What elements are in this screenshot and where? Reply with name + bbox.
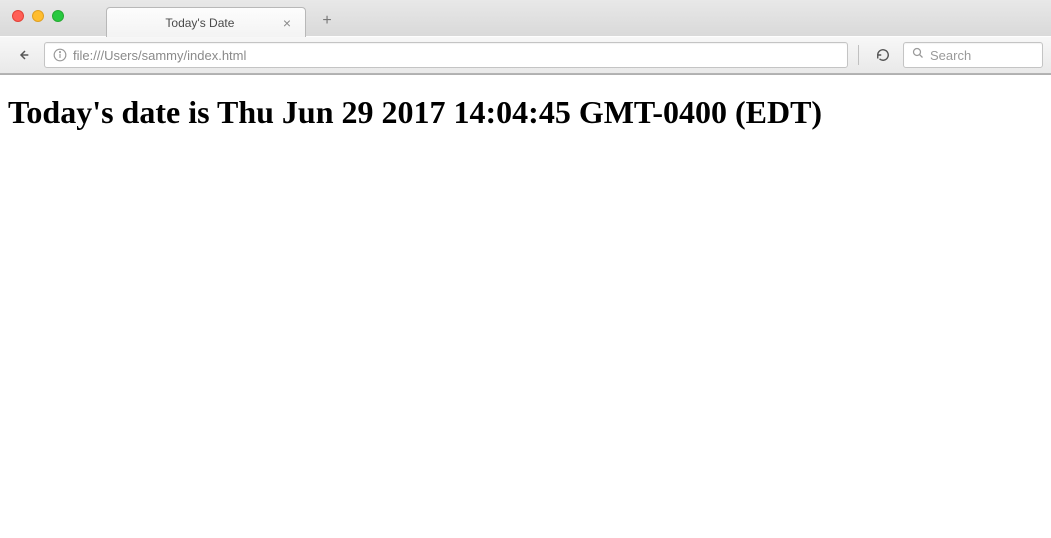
tab-close-button[interactable]: ×	[279, 16, 295, 30]
arrow-left-icon	[15, 47, 31, 63]
browser-tab[interactable]: Today's Date ×	[106, 7, 306, 37]
search-bar[interactable]	[903, 42, 1043, 68]
page-heading: Today's date is Thu Jun 29 2017 14:04:45…	[8, 93, 1043, 131]
window-chrome: Today's Date × + file:///Users/sa	[0, 0, 1051, 75]
search-icon	[912, 46, 924, 64]
page-content: Today's date is Thu Jun 29 2017 14:04:45…	[0, 75, 1051, 149]
window-close-button[interactable]	[12, 10, 24, 22]
toolbar: file:///Users/sammy/index.html	[0, 36, 1051, 74]
info-icon	[53, 48, 67, 62]
new-tab-button[interactable]: +	[314, 10, 340, 32]
toolbar-divider	[858, 45, 859, 65]
reload-icon	[876, 48, 890, 62]
title-bar: Today's Date × +	[0, 0, 1051, 36]
plus-icon: +	[322, 12, 331, 30]
url-text: file:///Users/sammy/index.html	[73, 48, 841, 63]
back-button[interactable]	[8, 42, 38, 68]
tab-title: Today's Date	[121, 16, 279, 30]
reload-button[interactable]	[869, 43, 897, 67]
traffic-lights	[0, 0, 76, 22]
site-info-icon[interactable]	[51, 46, 69, 64]
window-maximize-button[interactable]	[52, 10, 64, 22]
search-input[interactable]	[930, 48, 1051, 63]
tab-strip: Today's Date × +	[106, 0, 340, 36]
address-bar[interactable]: file:///Users/sammy/index.html	[44, 42, 848, 68]
window-minimize-button[interactable]	[32, 10, 44, 22]
